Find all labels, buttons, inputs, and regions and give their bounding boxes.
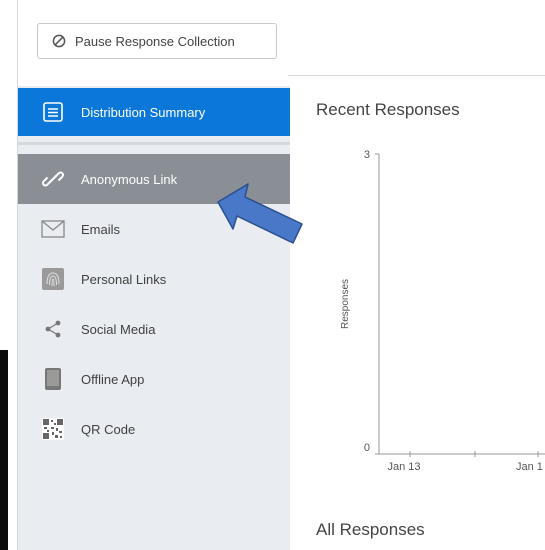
tablet-icon	[40, 366, 66, 392]
sidebar-item-label: QR Code	[81, 421, 136, 437]
envelope-icon	[40, 216, 66, 242]
sidebar-item-label: Distribution Summary	[81, 104, 206, 120]
chart-svg: 3 0 Responses Jan 13 Jan 1	[340, 149, 545, 473]
sidebar-item-label: Personal Links	[81, 271, 167, 287]
sidebar-item-qr-code[interactable]: QR Code	[18, 404, 290, 454]
sidebar-item-label: Anonymous Link	[81, 171, 178, 187]
sidebar-item-label: Emails	[81, 221, 121, 237]
window-edge	[0, 0, 8, 550]
sidebar-item-anonymous-link[interactable]: Anonymous Link	[18, 154, 290, 204]
sidebar-separator	[18, 142, 290, 145]
sidebar: Distribution Summary Anonymous Link Emai…	[18, 86, 290, 550]
y-tick-label: 0	[364, 442, 370, 454]
pause-response-collection-button[interactable]: Pause Response Collection	[37, 23, 277, 59]
x-tick-label: Jan 13	[387, 461, 420, 473]
x-tick-label: Jan 1	[516, 461, 543, 473]
sidebar-item-label: Offline App	[81, 371, 145, 387]
sidebar-item-offline-app[interactable]: Offline App	[18, 354, 290, 404]
y-axis-label: Responses	[340, 279, 351, 329]
y-tick-label: 3	[364, 149, 370, 161]
main-panel: Recent Responses 3 0 Responses Jan 13 Ja…	[290, 86, 545, 550]
toolbar-divider	[288, 75, 545, 76]
all-responses-heading: All Responses	[316, 520, 425, 539]
qr-code-icon	[40, 416, 66, 442]
sidebar-item-social-media[interactable]: Social Media	[18, 304, 290, 354]
sidebar-item-personal-links[interactable]: Personal Links	[18, 254, 290, 304]
sidebar-item-distribution-summary[interactable]: Distribution Summary	[18, 88, 290, 136]
pause-button-label: Pause Response Collection	[75, 33, 235, 49]
sidebar-item-label: Social Media	[81, 321, 156, 337]
window-edge-dark	[0, 350, 8, 550]
ban-icon	[52, 34, 66, 48]
summary-list-icon	[40, 99, 66, 125]
link-icon	[40, 166, 66, 192]
toolbar: Pause Response Collection	[18, 0, 545, 86]
sidebar-item-emails[interactable]: Emails	[18, 204, 290, 254]
fingerprint-icon	[40, 266, 66, 292]
share-icon	[40, 316, 66, 342]
